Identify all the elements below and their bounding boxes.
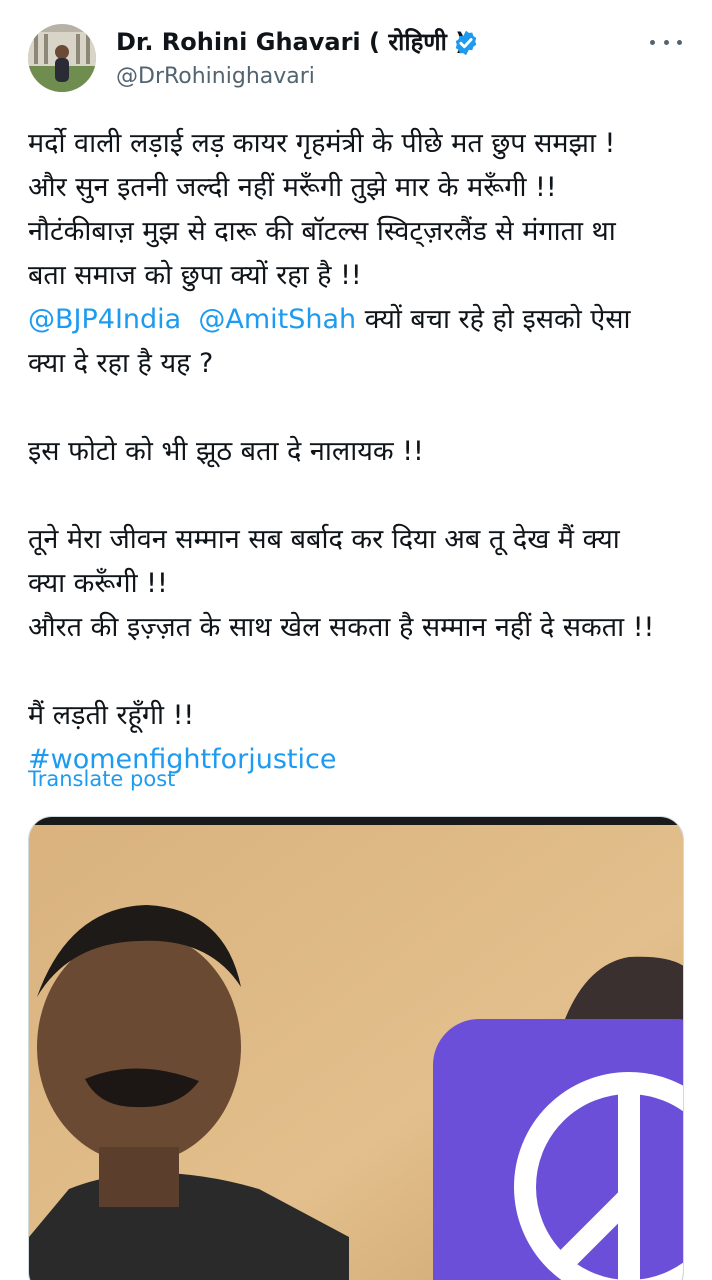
post-line: और सुन इतनी जल्दी नहीं मरूँगी तुझे मार क… (28, 172, 557, 203)
mention-amitshah[interactable]: @AmitShah (198, 304, 356, 335)
post-line: मैं लड़ती रहूँगी !! (28, 700, 195, 731)
more-options-icon[interactable] (650, 30, 682, 54)
post-text: मर्दो वाली लड़ाई लड़ कायर गृहमंत्री के प… (28, 122, 688, 782)
post-line-mentions: @BJP4India @AmitShah क्यों बचा रहे हो इस… (28, 298, 688, 342)
verified-badge-icon (455, 30, 477, 56)
post-line: मर्दो वाली लड़ाई लड़ कायर गृहमंत्री के प… (28, 128, 616, 159)
post-line: इस फोटो को भी झूठ बता दे नालायक !! (28, 436, 424, 467)
post-line: क्या दे रहा है यह ? (28, 348, 214, 379)
post-media-image[interactable] (28, 816, 684, 1280)
post-line: बता समाज को छुपा क्यों रहा है !! (28, 260, 362, 291)
mention-bjp4india[interactable]: @BJP4India (28, 304, 181, 335)
post-line: तूने मेरा जीवन सम्मान सब बर्बाद कर दिया … (28, 524, 620, 555)
display-name[interactable]: Dr. Rohini Ghavari ( रोहिणी ) (116, 26, 466, 58)
post-card: Dr. Rohini Ghavari ( रोहिणी ) @DrRohinig… (0, 0, 712, 1280)
user-handle[interactable]: @DrRohinighavari (116, 62, 315, 92)
translate-post-link[interactable]: Translate post (28, 764, 175, 794)
post-line: औरत की इज़्ज़त के साथ खेल सकता है सम्मान… (28, 612, 655, 643)
post-line: नौटंकीबाज़ मुझ से दारू की बॉटल्स स्विट्ज… (28, 216, 616, 247)
avatar[interactable] (28, 24, 96, 92)
post-line: क्या करूँगी !! (28, 568, 168, 599)
post-line-fragment: क्यों बचा रहे हो इसको ऐसा (356, 304, 631, 335)
